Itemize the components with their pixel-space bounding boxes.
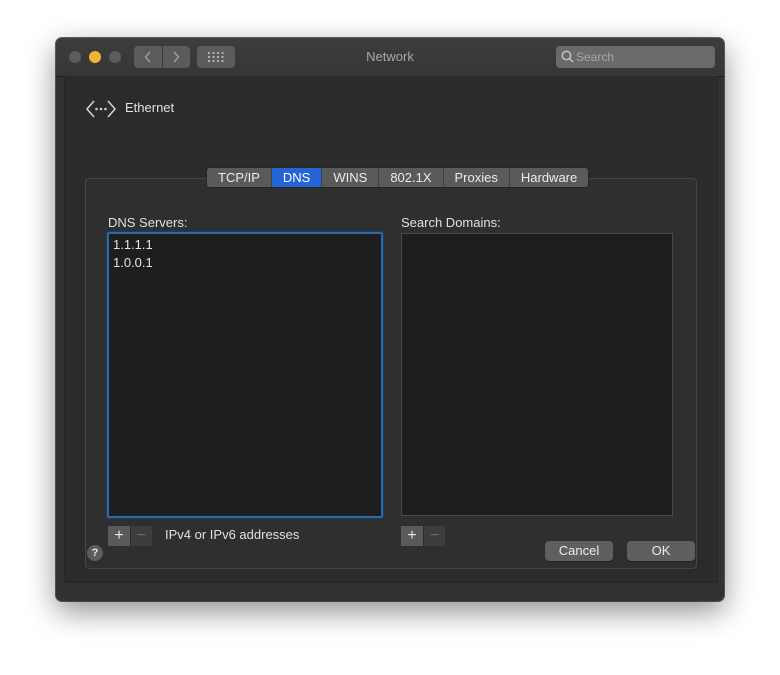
- search-icon: [561, 50, 574, 63]
- tab-hardware[interactable]: Hardware: [508, 168, 589, 187]
- domain-add-remove-control: + −: [401, 526, 445, 546]
- add-dns-server-button[interactable]: +: [108, 526, 130, 546]
- cancel-button[interactable]: Cancel: [545, 541, 613, 561]
- remove-search-domain-button[interactable]: −: [423, 526, 445, 546]
- search-domains-list[interactable]: [401, 233, 673, 516]
- network-window: Network Ethernet TCP/IP DNS WINS 802.1X …: [56, 38, 724, 601]
- remove-dns-server-button[interactable]: −: [130, 526, 152, 546]
- tab-dns[interactable]: DNS: [270, 168, 322, 187]
- title-bar: Network: [56, 38, 724, 77]
- dns-servers-list[interactable]: 1.1.1.1 1.0.0.1: [107, 232, 383, 518]
- tab-proxies[interactable]: Proxies: [442, 168, 509, 187]
- search-input[interactable]: [576, 46, 710, 68]
- ok-button[interactable]: OK: [627, 541, 695, 561]
- tab-tcpip[interactable]: TCP/IP: [207, 168, 271, 187]
- list-item[interactable]: 1.0.0.1: [109, 254, 381, 272]
- tab-wins[interactable]: WINS: [321, 168, 379, 187]
- tab-bar: TCP/IP DNS WINS 802.1X Proxies Hardware: [206, 167, 590, 188]
- dns-servers-label: DNS Servers:: [108, 215, 188, 230]
- search-domains-label: Search Domains:: [401, 215, 501, 230]
- list-item[interactable]: 1.1.1.1: [109, 236, 381, 254]
- help-button[interactable]: ?: [87, 545, 103, 561]
- tab-8021x[interactable]: 802.1X: [378, 168, 443, 187]
- interface-name: Ethernet: [125, 100, 175, 115]
- search-field[interactable]: [556, 46, 715, 68]
- dns-hint-text: IPv4 or IPv6 addresses: [165, 527, 300, 542]
- dns-add-remove-control: + −: [108, 526, 152, 546]
- ethernet-icon: [85, 100, 117, 118]
- add-search-domain-button[interactable]: +: [401, 526, 423, 546]
- content-area: Ethernet TCP/IP DNS WINS 802.1X Proxies …: [64, 76, 718, 583]
